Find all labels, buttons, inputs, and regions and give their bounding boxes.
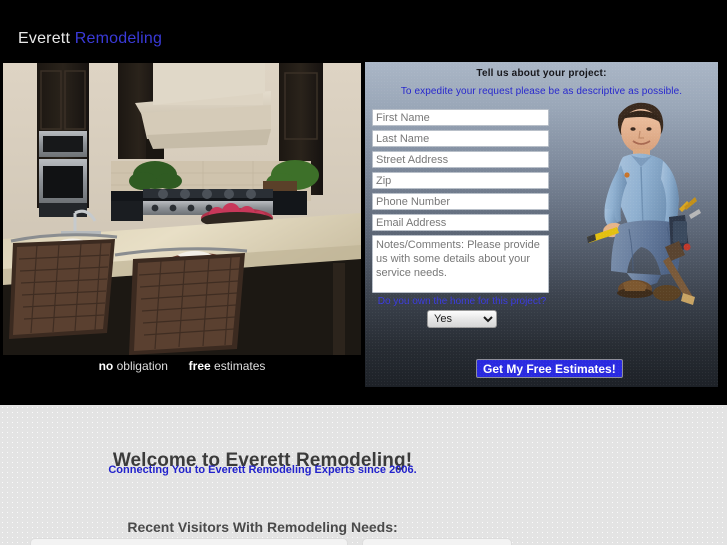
caption-bold-no: no — [98, 359, 114, 373]
contractor-image — [583, 97, 713, 307]
first-name-input[interactable] — [372, 109, 549, 126]
notes-comments-textarea[interactable] — [372, 235, 549, 293]
logo-secondary-text: Remodeling — [74, 30, 163, 47]
form-title: Tell us about your project: — [476, 68, 607, 79]
get-free-estimates-button[interactable]: Get My Free Estimates! — [476, 359, 623, 378]
caption-text-obligation: obligation — [116, 359, 168, 373]
street-address-input[interactable] — [372, 151, 549, 168]
form-subtitle: To expedite your request please be as de… — [400, 86, 683, 97]
logo-primary-text: Everett — [18, 30, 71, 47]
site-logo[interactable]: Everett Remodeling — [18, 29, 162, 49]
page-subtitle: Connecting You to Everett Remodeling Exp… — [108, 464, 417, 476]
home-ownership-select[interactable]: Yes No — [427, 310, 497, 328]
recent-visitor-card-left[interactable] — [30, 538, 348, 545]
last-name-input[interactable] — [372, 130, 549, 147]
page-root: Everett Remodeling no obligation free es… — [0, 0, 727, 545]
email-address-input[interactable] — [372, 214, 549, 231]
caption-bold-free: free — [188, 359, 211, 373]
phone-number-input[interactable] — [372, 193, 549, 210]
lead-form-panel: Tell us about your project: To expedite … — [365, 62, 718, 387]
home-ownership-question: Do you own the home for this project? — [377, 296, 547, 307]
recent-visitor-card-right[interactable] — [362, 538, 512, 545]
header-band: Everett Remodeling no obligation free es… — [0, 0, 727, 405]
caption-text-estimates: estimates — [214, 359, 266, 373]
recent-visitors-heading: Recent Visitors With Remodeling Needs: — [127, 518, 398, 535]
zip-input[interactable] — [372, 172, 549, 189]
hero-kitchen-image — [3, 63, 361, 355]
main-content: Welcome to Everett Remodeling! Connectin… — [0, 405, 727, 545]
hero-caption: no obligation free estimates — [3, 358, 361, 374]
